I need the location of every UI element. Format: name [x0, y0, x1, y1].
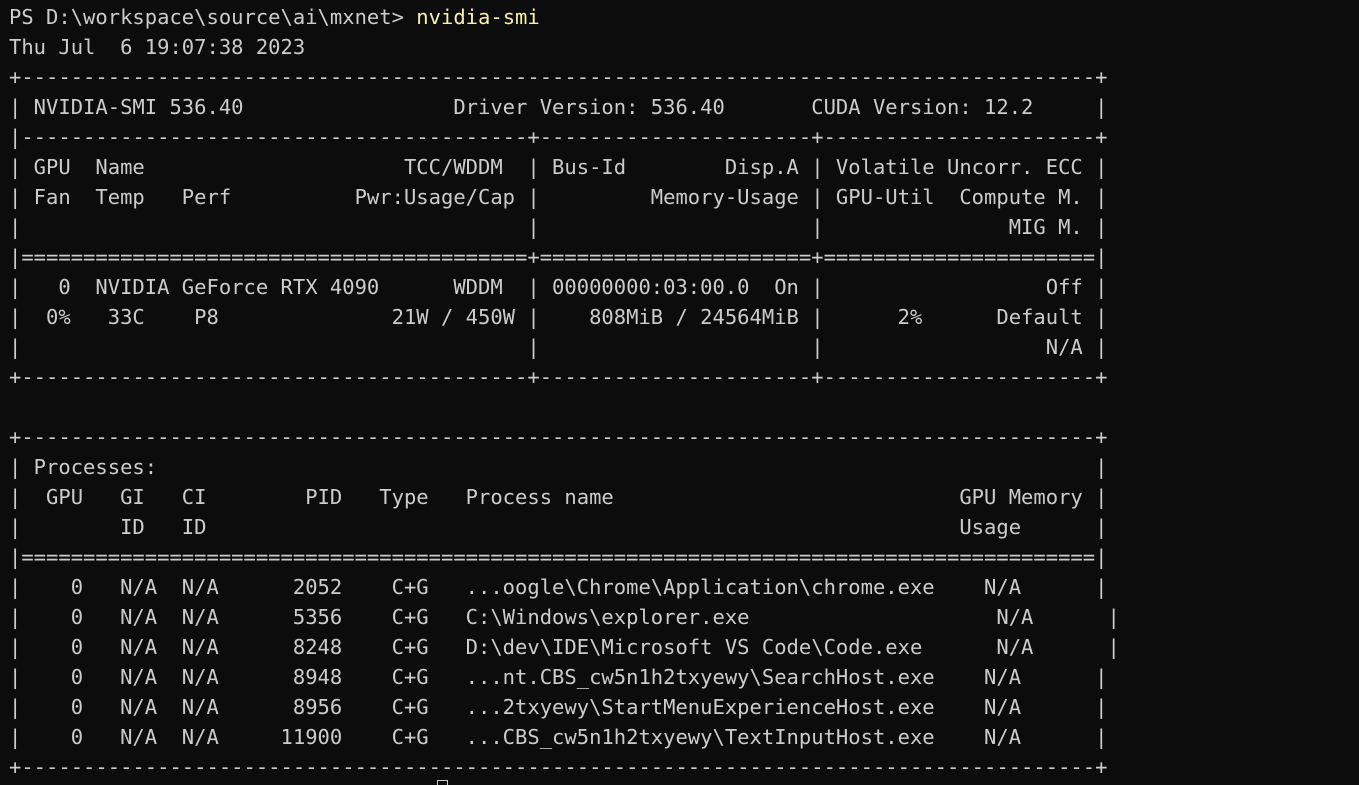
output-line: | | | MIG M. | [9, 215, 1108, 239]
output-line: +---------------------------------------… [9, 65, 1108, 89]
command-output: Thu Jul 6 19:07:38 2023 +----------------… [9, 32, 1359, 782]
text-cursor [437, 780, 448, 785]
output-line: | 0 N/A N/A 8948 C+G ...nt.CBS_cw5n1h2tx… [9, 665, 1108, 689]
output-line: | ID ID Usage | [9, 515, 1108, 539]
prompt-path: PS D:\workspace\source\ai\mxnet> [9, 5, 417, 29]
output-line: | 0% 33C P8 21W / 450W | 808MiB / 24564M… [9, 305, 1108, 329]
output-line: | 0 NVIDIA GeForce RTX 4090 WDDM | 00000… [9, 275, 1108, 299]
output-line: | Fan Temp Perf Pwr:Usage/Cap | Memory-U… [9, 185, 1108, 209]
output-line: |=======================================… [9, 545, 1108, 569]
output-line: +---------------------------------------… [9, 365, 1108, 389]
output-line: | 0 N/A N/A 2052 C+G ...oogle\Chrome\App… [9, 575, 1108, 599]
output-line: | GPU Name TCC/WDDM | Bus-Id Disp.A | Vo… [9, 155, 1108, 179]
output-line: | NVIDIA-SMI 536.40 Driver Version: 536.… [9, 95, 1108, 119]
output-line: | 0 N/A N/A 11900 C+G ...CBS_cw5n1h2txye… [9, 725, 1108, 749]
terminal-window[interactable]: PS D:\workspace\source\ai\mxnet> nvidia-… [0, 0, 1359, 785]
output-line: |=======================================… [9, 245, 1108, 269]
output-line: |---------------------------------------… [9, 125, 1108, 149]
output-line: | 0 N/A N/A 8956 C+G ...2txyewy\StartMen… [9, 695, 1108, 719]
output-line: | GPU GI CI PID Type Process name GPU Me… [9, 485, 1108, 509]
output-line: | 0 N/A N/A 8248 C+G D:\dev\IDE\Microsof… [9, 635, 1120, 659]
output-line: | | | N/A | [9, 335, 1108, 359]
prompt-line: PS D:\workspace\source\ai\mxnet> nvidia-… [9, 2, 1359, 32]
typed-command: nvidia-smi [416, 5, 540, 29]
output-line: | Processes: | [9, 455, 1108, 479]
output-line: +---------------------------------------… [9, 755, 1108, 779]
output-line: +---------------------------------------… [9, 425, 1108, 449]
output-line: Thu Jul 6 19:07:38 2023 [9, 35, 306, 59]
output-line: | 0 N/A N/A 5356 C+G C:\Windows\explorer… [9, 605, 1120, 629]
